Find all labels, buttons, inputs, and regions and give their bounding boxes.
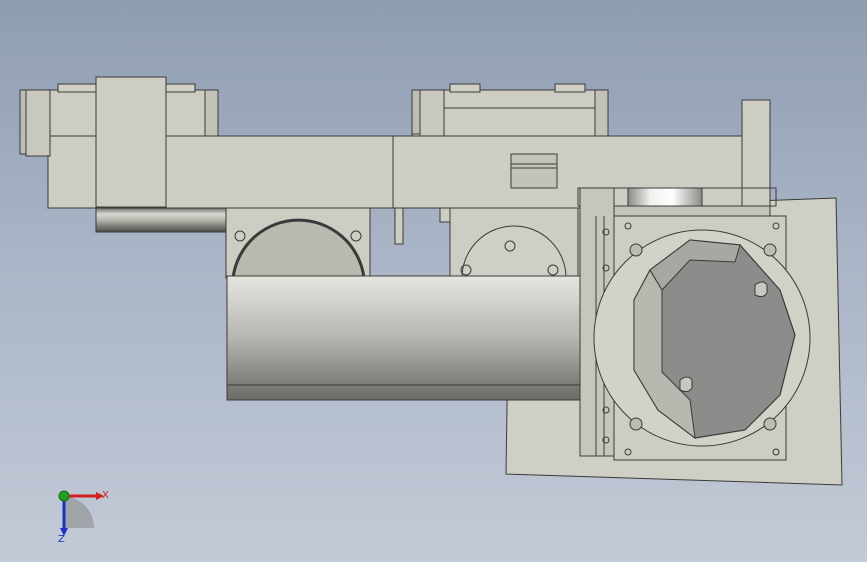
coordinate-triad: X Z — [58, 490, 109, 545]
main-tube[interactable] — [226, 275, 588, 401]
top-flange-ring[interactable] — [627, 187, 703, 207]
left-riser-block[interactable] — [95, 76, 167, 208]
axis-z-label: Z — [58, 534, 65, 545]
beam-end-block[interactable] — [741, 99, 771, 209]
beam-slot[interactable] — [510, 153, 558, 189]
axis-x-label: X — [102, 490, 109, 501]
model-canvas[interactable]: X Z — [0, 0, 867, 562]
cad-viewport[interactable]: X Z — [0, 0, 867, 562]
